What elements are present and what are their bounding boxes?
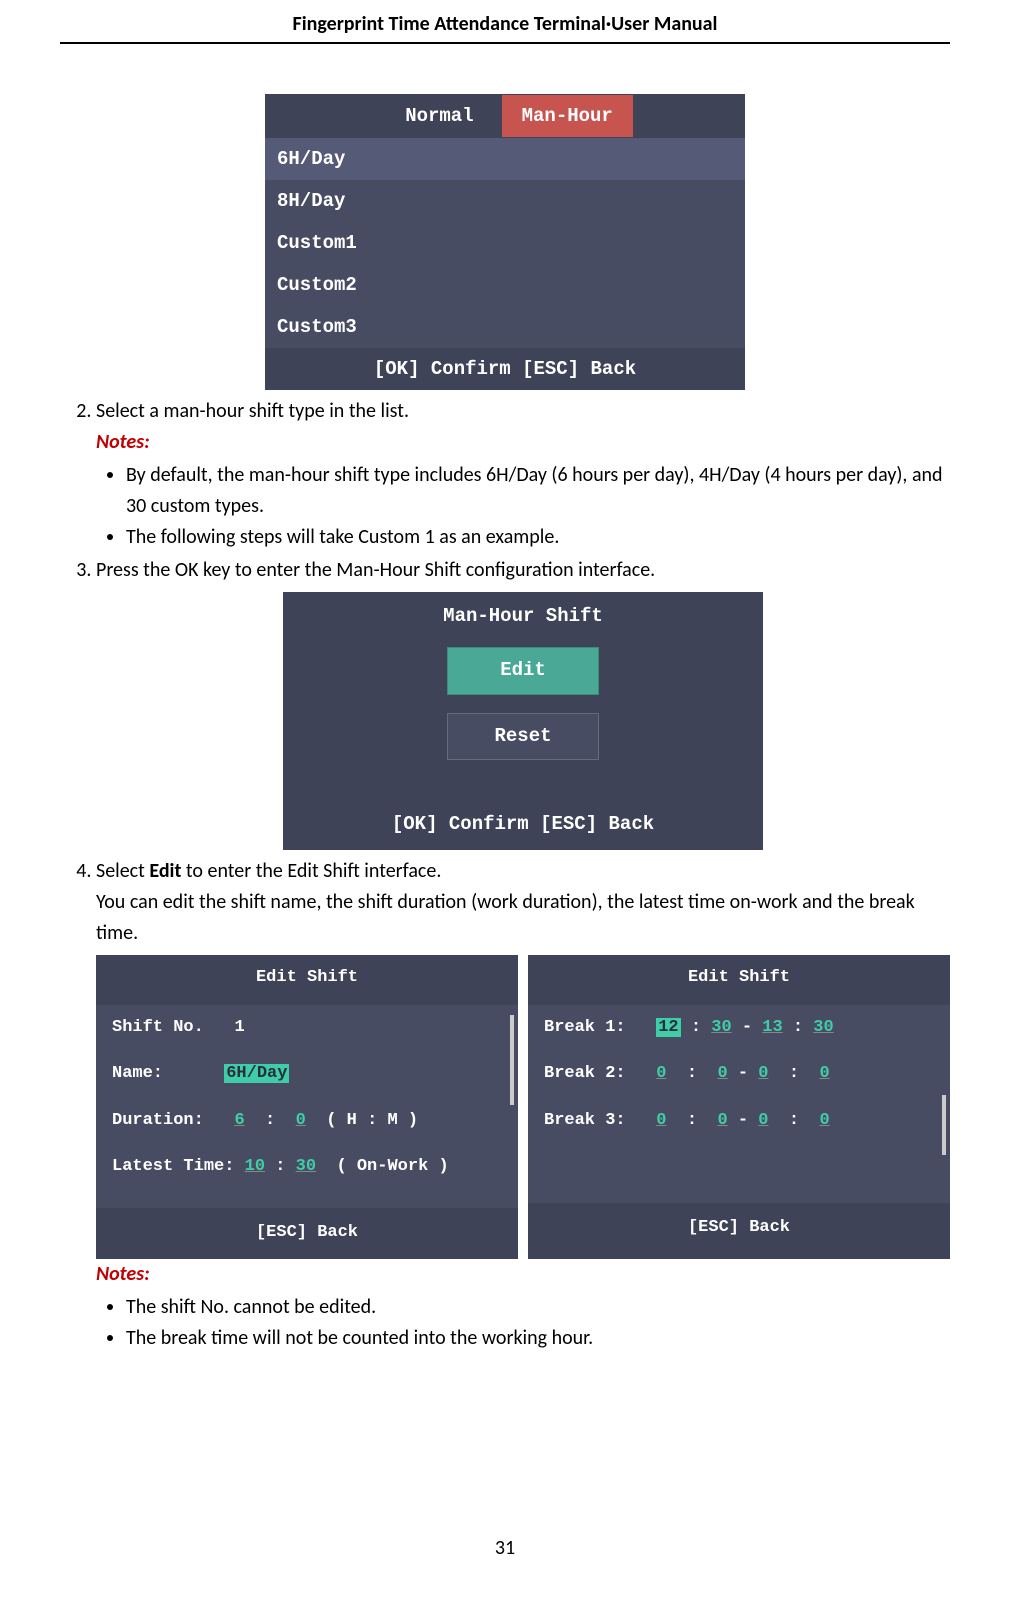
panel-title: Man-Hour Shift [283, 592, 763, 647]
scrollbar-indicator [510, 1015, 514, 1105]
steps-list: Select a man-hour shift type in the list… [60, 396, 950, 1354]
note-bullet: By default, the man-hour shift type incl… [126, 460, 950, 522]
ui-edit-shift-2: Edit Shift Break 1: 12 : 30 - 13 : 30 Br… [528, 955, 950, 1259]
ui-shift-type-list: Normal Man-Hour 6H/Day 8H/Day Custom1 Cu… [265, 94, 745, 390]
duration-hours[interactable]: 6 [234, 1111, 244, 1130]
break1-label: Break 1: [544, 1018, 626, 1037]
list-item[interactable]: Custom1 [265, 222, 745, 264]
list-item[interactable]: 8H/Day [265, 180, 745, 222]
break3-eh[interactable]: 0 [758, 1111, 768, 1130]
list-item[interactable]: Custom3 [265, 306, 745, 348]
break2-em[interactable]: 0 [819, 1064, 829, 1083]
panel-title: Edit Shift [96, 955, 518, 1005]
step4-line2: You can edit the shift name, the shift d… [96, 887, 950, 949]
latest-suffix: ( On-Work ) [336, 1157, 448, 1176]
edit-button[interactable]: Edit [447, 647, 599, 694]
doc-header: Fingerprint Time Attendance Terminal·Use… [60, 0, 950, 44]
latest-hours[interactable]: 10 [245, 1157, 265, 1176]
page-number: 31 [60, 1356, 950, 1580]
footer-hint: [OK] Confirm [ESC] Back [283, 800, 763, 849]
duration-suffix: ( H : M ) [326, 1111, 418, 1130]
panel-title: Edit Shift [528, 955, 950, 1005]
note-bullet: The following steps will take Custom 1 a… [126, 522, 950, 553]
break1-sm[interactable]: 30 [711, 1018, 731, 1037]
step4-pre: Select [96, 859, 149, 883]
name-field[interactable]: 6H/Day [224, 1064, 289, 1083]
break1-em[interactable]: 30 [813, 1018, 833, 1037]
shift-list: 6H/Day 8H/Day Custom1 Custom2 Custom3 [265, 138, 745, 348]
step2-text: Select a man-hour shift type in the list… [96, 399, 409, 423]
ui-man-hour-shift-menu: Man-Hour Shift Edit Reset [OK] Confirm [… [283, 592, 763, 850]
break2-label: Break 2: [544, 1064, 626, 1083]
list-item[interactable]: Custom2 [265, 264, 745, 306]
break2-sh[interactable]: 0 [656, 1064, 666, 1083]
break3-sh[interactable]: 0 [656, 1111, 666, 1130]
scrollbar-indicator [942, 1095, 946, 1155]
break1-sh[interactable]: 12 [656, 1018, 680, 1037]
break3-sm[interactable]: 0 [717, 1111, 727, 1130]
duration-label: Duration: [112, 1111, 204, 1130]
step4-post: to enter the Edit Shift interface. [181, 859, 441, 883]
footer-hint: [OK] Confirm [ESC] Back [265, 348, 745, 390]
break1-eh[interactable]: 13 [762, 1018, 782, 1037]
break3-label: Break 3: [544, 1111, 626, 1130]
shift-no-value: 1 [234, 1018, 244, 1037]
step4-bold: Edit [149, 859, 181, 883]
note-bullet: The shift No. cannot be edited. [126, 1292, 950, 1323]
break2-eh[interactable]: 0 [758, 1064, 768, 1083]
reset-button[interactable]: Reset [447, 713, 599, 760]
shift-no-label: Shift No. [112, 1018, 204, 1037]
list-item[interactable]: 6H/Day [265, 138, 745, 180]
break2-sm[interactable]: 0 [717, 1064, 727, 1083]
notes-label: Notes: [96, 427, 950, 458]
latest-time-label: Latest Time: [112, 1157, 234, 1176]
tab-normal[interactable]: Normal [377, 95, 501, 137]
footer-hint: [ESC] Back [528, 1203, 950, 1253]
ui-edit-shift-1: Edit Shift Shift No. 1 Name: 6H/Day Dura… [96, 955, 518, 1259]
notes-label: Notes: [96, 1259, 950, 1290]
duration-minutes[interactable]: 0 [296, 1111, 306, 1130]
break3-em[interactable]: 0 [819, 1111, 829, 1130]
latest-minutes[interactable]: 30 [296, 1157, 316, 1176]
step3-text: Press the OK key to enter the Man-Hour S… [96, 558, 655, 582]
tab-man-hour[interactable]: Man-Hour [502, 95, 633, 137]
footer-hint: [ESC] Back [96, 1208, 518, 1258]
note-bullet: The break time will not be counted into … [126, 1323, 950, 1354]
name-label: Name: [112, 1064, 163, 1083]
